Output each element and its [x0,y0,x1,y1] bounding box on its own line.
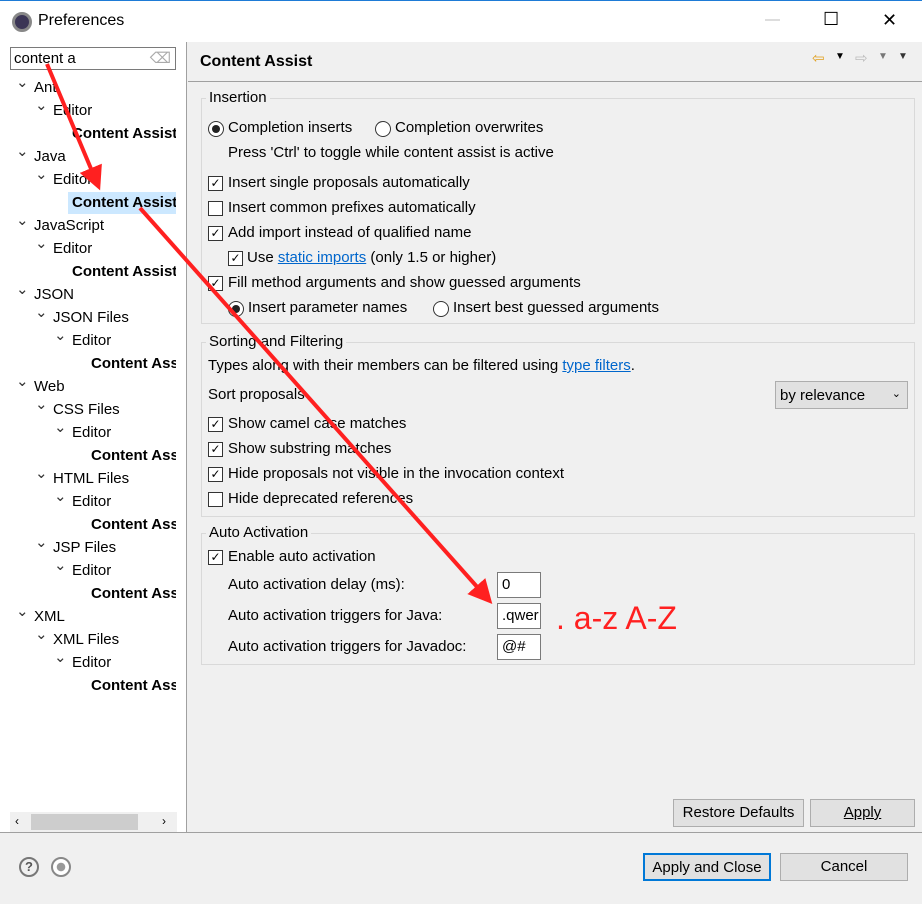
arrow-to-java-triggers [138,206,493,604]
annotation-arrows [45,63,493,604]
arrow-to-tree-item [45,63,102,191]
